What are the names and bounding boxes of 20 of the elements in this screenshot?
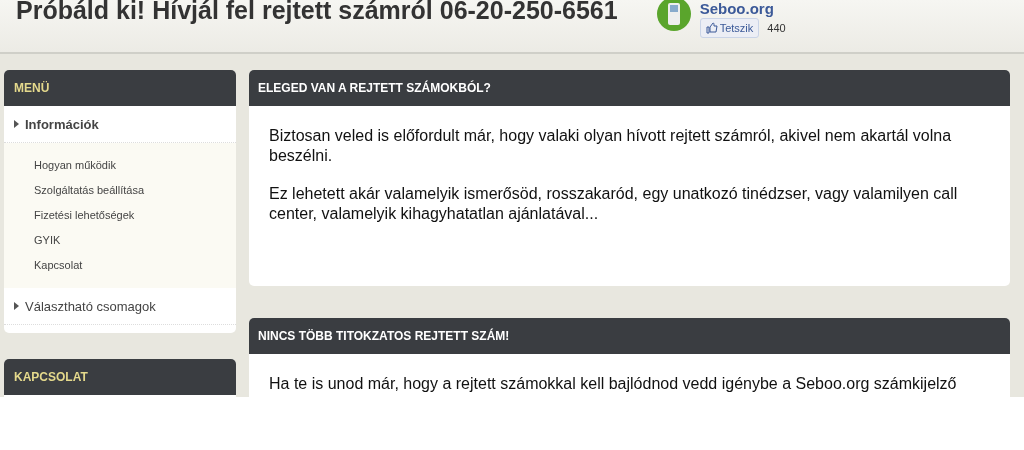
like-button[interactable]: Tetszik	[699, 18, 760, 38]
article-paragraph: Ha te is unod már, hogy a rejtett számokkal kell bajlódnod vedd igénybe a Seboo.org számkijelző	[269, 374, 958, 394]
page-title: Próbáld ki! Hívjál fel rejtett számról 06-20-250-6561	[16, 0, 618, 25]
triangle-icon	[14, 120, 19, 128]
like-count: 440	[767, 22, 786, 34]
submenu-item[interactable]: GYIK	[34, 228, 236, 253]
submenu-item[interactable]: Hogyan működik	[34, 153, 236, 178]
article-paragraph: Biztosan veled is előfordult már, hogy valaki olyan hívott rejtett számról, akivel nem akartál volna beszélni.	[269, 126, 953, 166]
menu-item[interactable]: Választható csomagok	[4, 288, 236, 325]
site-link[interactable]: Seboo.org	[699, 1, 786, 17]
thumbs-up-icon	[705, 22, 718, 34]
submenu-item[interactable]: Kapcsolat	[34, 253, 236, 278]
panel-title: KAPCSOLAT	[4, 359, 236, 395]
article-title: NINCS TÖBB TITOKZATOS REJTETT SZÁM!	[249, 318, 1010, 354]
article-title: ELEGED VAN A REJTETT SZÁMOKBÓL?	[249, 70, 1010, 106]
submenu-item[interactable]: Fizetési lehetőségek	[34, 203, 236, 228]
submenu-item[interactable]: Szolgáltatás beállítása	[34, 178, 236, 203]
panel-title: MENÜ	[4, 70, 236, 106]
triangle-icon	[14, 302, 19, 310]
article-paragraph: Ez lehetett akár valamelyik ismerősöd, rosszakaród, egy unatkozó tinédzser, vagy valamilyen call center, valamelyik kihagyhatatlan ajánlatával...	[269, 184, 959, 224]
